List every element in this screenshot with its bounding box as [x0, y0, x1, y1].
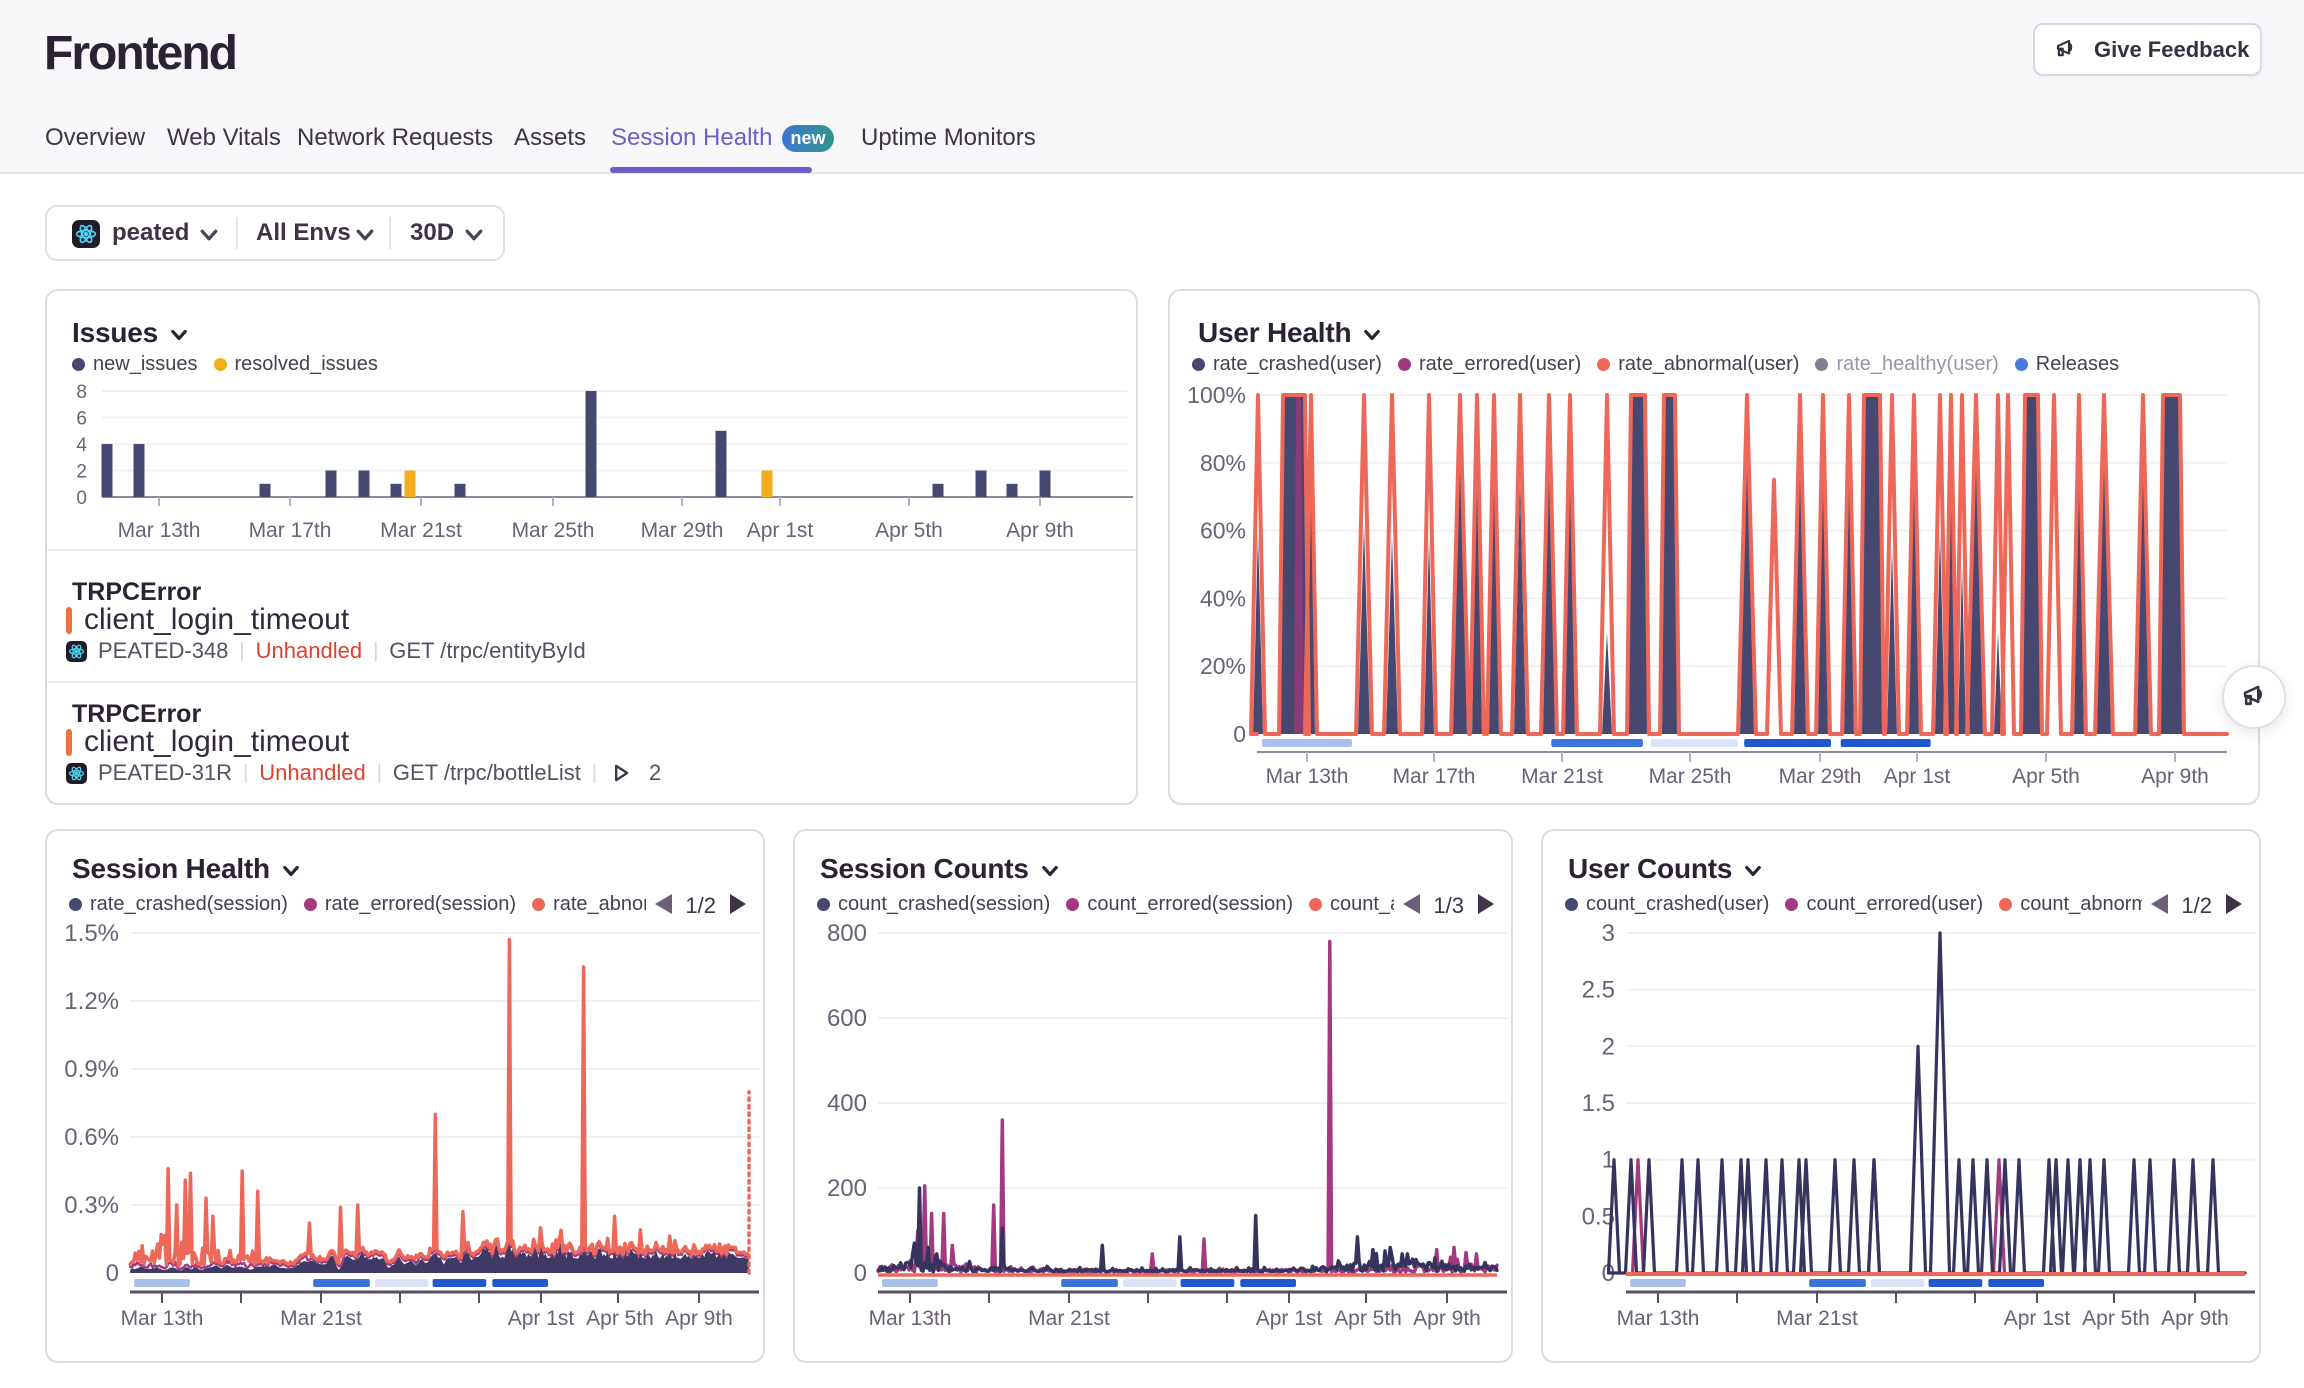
svg-text:20%: 20%: [1200, 653, 1246, 679]
svg-text:0: 0: [1233, 721, 1246, 747]
svg-text:Mar 29th: Mar 29th: [641, 519, 724, 542]
svg-text:Apr 9th: Apr 9th: [665, 1307, 733, 1330]
svg-text:Apr 1st: Apr 1st: [508, 1307, 575, 1330]
svg-text:400: 400: [827, 1090, 867, 1117]
svg-text:Mar 25th: Mar 25th: [512, 519, 595, 542]
svg-text:0.9%: 0.9%: [64, 1056, 119, 1083]
svg-text:Apr 5th: Apr 5th: [2082, 1307, 2150, 1330]
svg-text:0: 0: [854, 1260, 867, 1287]
svg-text:1.2%: 1.2%: [64, 988, 119, 1015]
svg-text:Apr 1st: Apr 1st: [747, 519, 814, 542]
svg-text:Mar 21st: Mar 21st: [380, 519, 462, 542]
svg-text:Mar 17th: Mar 17th: [1393, 765, 1476, 788]
svg-text:Mar 21st: Mar 21st: [1776, 1307, 1858, 1330]
svg-text:2.5: 2.5: [1582, 977, 1615, 1004]
svg-text:Mar 17th: Mar 17th: [249, 519, 332, 542]
svg-text:1.5%: 1.5%: [64, 920, 119, 947]
svg-text:Apr 5th: Apr 5th: [1334, 1307, 1402, 1330]
svg-text:4: 4: [76, 435, 87, 456]
svg-text:600: 600: [827, 1005, 867, 1032]
svg-text:3: 3: [1602, 920, 1615, 947]
svg-text:60%: 60%: [1200, 518, 1246, 544]
svg-text:Apr 1st: Apr 1st: [2004, 1307, 2071, 1330]
svg-text:6: 6: [76, 409, 87, 430]
svg-text:2: 2: [1602, 1033, 1615, 1060]
svg-text:Mar 13th: Mar 13th: [869, 1307, 952, 1330]
svg-text:100%: 100%: [1187, 382, 1246, 408]
svg-text:Apr 9th: Apr 9th: [2161, 1307, 2229, 1330]
svg-text:Mar 13th: Mar 13th: [1617, 1307, 1700, 1330]
svg-text:Mar 21st: Mar 21st: [280, 1307, 362, 1330]
svg-text:Mar 13th: Mar 13th: [1266, 765, 1349, 788]
svg-text:1.5: 1.5: [1582, 1090, 1615, 1117]
svg-text:40%: 40%: [1200, 585, 1246, 611]
svg-text:0.3%: 0.3%: [64, 1192, 119, 1219]
svg-text:2: 2: [76, 462, 87, 483]
svg-text:800: 800: [827, 920, 867, 947]
svg-text:Mar 21st: Mar 21st: [1028, 1307, 1110, 1330]
svg-text:Apr 5th: Apr 5th: [875, 519, 943, 542]
svg-text:Mar 25th: Mar 25th: [1649, 765, 1732, 788]
svg-text:Apr 1st: Apr 1st: [1256, 1307, 1323, 1330]
svg-text:Apr 9th: Apr 9th: [1413, 1307, 1481, 1330]
svg-text:Mar 29th: Mar 29th: [1779, 765, 1862, 788]
svg-text:Apr 5th: Apr 5th: [2012, 765, 2080, 788]
svg-text:0: 0: [106, 1260, 119, 1287]
svg-text:Apr 9th: Apr 9th: [1006, 519, 1074, 542]
svg-text:8: 8: [76, 382, 87, 403]
svg-text:0: 0: [76, 488, 87, 509]
svg-text:80%: 80%: [1200, 450, 1246, 476]
svg-text:Apr 9th: Apr 9th: [2141, 765, 2209, 788]
svg-text:Mar 21st: Mar 21st: [1521, 765, 1603, 788]
svg-text:Apr 5th: Apr 5th: [586, 1307, 654, 1330]
svg-text:Apr 1st: Apr 1st: [1884, 765, 1951, 788]
svg-text:Mar 13th: Mar 13th: [118, 519, 201, 542]
svg-text:0.6%: 0.6%: [64, 1124, 119, 1151]
svg-text:200: 200: [827, 1175, 867, 1202]
svg-text:Mar 13th: Mar 13th: [121, 1307, 204, 1330]
